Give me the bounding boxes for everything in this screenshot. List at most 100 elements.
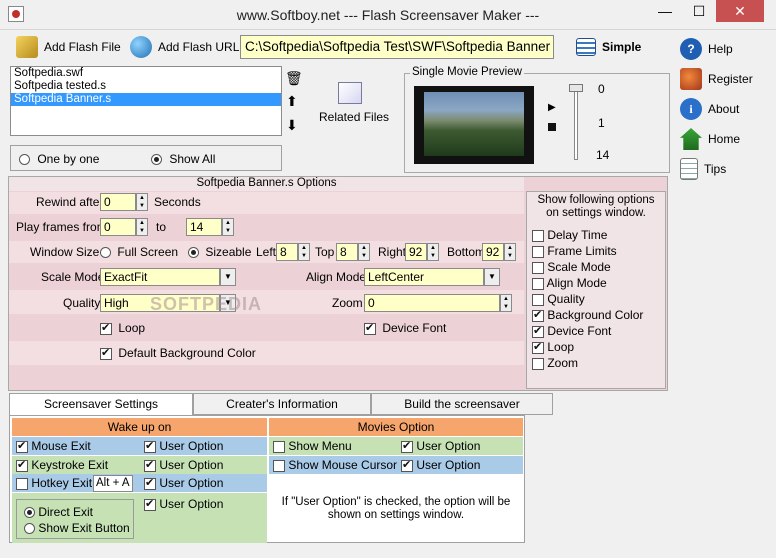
show-all-radio[interactable]: Show All (151, 152, 215, 166)
rewind-input[interactable]: 0 (100, 193, 136, 211)
chevron-down-icon[interactable]: ▼ (484, 268, 500, 286)
rewind-spinner[interactable]: ▲ ▼ (136, 193, 148, 211)
sidebar-item-register[interactable]: Register (680, 66, 753, 92)
sidebar-item-about[interactable]: i About (680, 96, 739, 122)
zoom-input[interactable]: 0 (364, 294, 500, 312)
keystroke-exit-checkbox[interactable]: Keystroke Exit (16, 458, 108, 472)
show-delay-time-checkbox[interactable]: Delay Time (532, 228, 643, 244)
hotkey-user-option-checkbox[interactable]: User Option (144, 476, 223, 490)
zoom-spinner[interactable]: ▲ ▼ (500, 294, 512, 312)
right-input[interactable]: 92 (405, 243, 427, 261)
checkbox-mark (532, 293, 544, 306)
align-mode-select[interactable]: LeftCenter (364, 268, 484, 286)
seconds-label: Seconds (154, 195, 201, 209)
checkbox-label: Quality (547, 292, 585, 306)
mouse-exit-checkbox[interactable]: Mouse Exit (16, 439, 91, 453)
bottom-spinner[interactable]: ▲ ▼ (504, 243, 516, 261)
checkbox-mark (144, 476, 156, 490)
add-flash-url-button[interactable]: Add Flash URL (130, 33, 239, 61)
frames-to-input[interactable]: 14 (186, 218, 222, 236)
list-item[interactable]: Softpedia.swf (11, 67, 281, 80)
show-menu-user-option-checkbox[interactable]: User Option (401, 439, 480, 453)
user-option-label: User Option (159, 458, 224, 472)
stop-icon[interactable] (548, 123, 556, 131)
zoom-label: Zoom (332, 296, 363, 310)
direct-exit-radio[interactable]: Direct Exit (24, 505, 93, 519)
left-spinner[interactable]: ▲ ▼ (298, 243, 310, 261)
show-bg-color-checkbox[interactable]: Background Color (532, 308, 643, 324)
maximize-button[interactable]: ☐ (682, 0, 716, 22)
user-option-label: User Option (159, 439, 224, 453)
show-quality-checkbox[interactable]: Quality (532, 292, 643, 308)
right-spinner[interactable]: ▲ ▼ (427, 243, 439, 261)
show-menu-checkbox[interactable]: Show Menu (273, 439, 352, 453)
close-button[interactable]: ✕ (716, 0, 764, 22)
device-font-label: Device Font (382, 321, 447, 335)
sizeable-radio[interactable]: Sizeable (188, 245, 251, 259)
frame-slider-thumb[interactable] (569, 84, 583, 92)
sidebar-item-tips[interactable]: Tips (680, 156, 726, 182)
show-mouse-cursor-checkbox[interactable]: Show Mouse Cursor (273, 458, 397, 472)
mouse-cursor-user-option-checkbox[interactable]: User Option (401, 458, 480, 472)
radio-mark (19, 154, 30, 166)
help-icon: ? (680, 38, 702, 60)
top-spinner[interactable]: ▲ ▼ (358, 243, 370, 261)
show-loop-checkbox[interactable]: Loop (532, 340, 643, 356)
move-up-icon[interactable]: ⬆ (286, 93, 298, 110)
tab-screensaver-settings[interactable]: Screensaver Settings (9, 393, 193, 416)
add-flash-file-button[interactable]: Add Flash File (16, 33, 121, 61)
related-files-icon[interactable] (338, 82, 362, 104)
frame-slider-track[interactable] (574, 84, 578, 160)
top-input[interactable]: 8 (336, 243, 358, 261)
exit-mode-user-option-checkbox[interactable]: User Option (144, 497, 223, 511)
flash-file-list[interactable]: Softpedia.swf Softpedia tested.s Softped… (10, 66, 282, 136)
checkbox-mark (532, 245, 544, 258)
preview-image (424, 92, 524, 156)
sidebar-item-label: Tips (704, 162, 727, 176)
list-item[interactable]: Softpedia tested.s (11, 80, 281, 93)
related-files-label[interactable]: Related Files (319, 110, 389, 124)
hotkey-exit-checkbox[interactable]: Hotkey Exit (16, 476, 92, 490)
one-by-one-label: One by one (37, 152, 100, 166)
loop-checkbox[interactable]: Loop (100, 321, 145, 335)
frames-from-input[interactable]: 0 (100, 218, 136, 236)
mouse-exit-label: Mouse Exit (31, 439, 91, 453)
play-icon[interactable]: ▶ (548, 102, 556, 113)
chevron-down-icon[interactable]: ▼ (220, 268, 236, 286)
checkbox-label: Frame Limits (547, 244, 617, 258)
show-frame-limits-checkbox[interactable]: Frame Limits (532, 244, 643, 260)
checkbox-mark (532, 229, 544, 242)
top-label: Top (315, 245, 335, 259)
show-zoom-checkbox[interactable]: Zoom (532, 356, 643, 372)
flash-path-input[interactable]: C:\Softpedia\Softpedia Test\SWF\Softpedi… (240, 35, 554, 59)
hotkey-input[interactable]: Alt + A (93, 475, 133, 492)
one-by-one-radio[interactable]: One by one (19, 152, 99, 166)
tab-build-screensaver[interactable]: Build the screensaver (371, 393, 553, 415)
simple-button[interactable]: Simple (576, 33, 641, 61)
scale-mode-select[interactable]: ExactFit (100, 268, 220, 286)
checkbox-mark (16, 477, 28, 490)
list-item[interactable]: Softpedia Banner.s (11, 93, 281, 106)
mouse-exit-user-option-checkbox[interactable]: User Option (144, 439, 223, 453)
default-bg-checkbox[interactable]: Default Background Color (100, 346, 256, 360)
frames-from-spinner[interactable]: ▲ ▼ (136, 218, 148, 236)
minimize-button[interactable]: — (648, 0, 682, 22)
keystroke-user-option-checkbox[interactable]: User Option (144, 458, 223, 472)
show-align-mode-checkbox[interactable]: Align Mode (532, 276, 643, 292)
device-font-checkbox[interactable]: Device Font (364, 321, 446, 335)
title-bar: www.Softboy.net --- Flash Screensaver Ma… (0, 0, 776, 30)
sidebar-item-home[interactable]: Home (680, 126, 740, 152)
show-device-font-checkbox[interactable]: Device Font (532, 324, 643, 340)
show-exit-button-radio[interactable]: Show Exit Button (24, 521, 130, 535)
frames-to-spinner[interactable]: ▲ ▼ (222, 218, 234, 236)
trash-icon[interactable]: 🗑 (285, 70, 303, 87)
tab-creators-information[interactable]: Creater's Information (193, 393, 371, 415)
show-scale-mode-checkbox[interactable]: Scale Mode (532, 260, 643, 276)
radio-mark (188, 247, 199, 259)
full-screen-radio[interactable]: Full Screen (100, 245, 178, 259)
simple-label: Simple (602, 40, 642, 54)
left-input[interactable]: 8 (276, 243, 298, 261)
move-down-icon[interactable]: ⬇ (286, 117, 298, 134)
bottom-input[interactable]: 92 (482, 243, 504, 261)
sidebar-item-help[interactable]: ? Help (680, 36, 733, 62)
